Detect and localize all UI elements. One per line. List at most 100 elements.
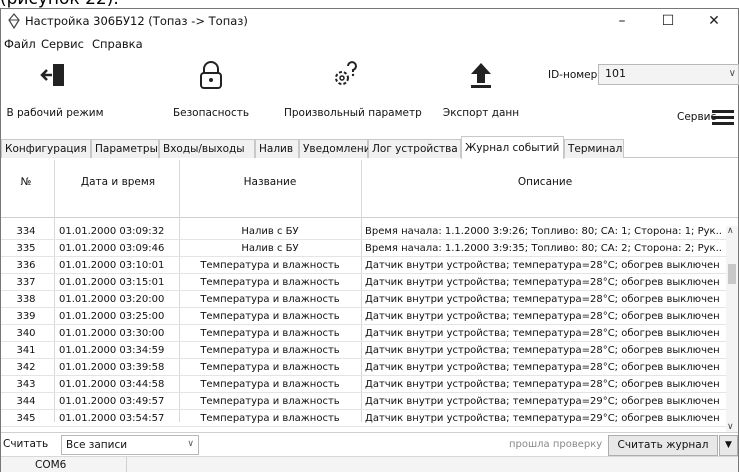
close-button[interactable]: ✕	[694, 11, 734, 33]
row-num: 334	[16, 226, 36, 237]
table-row[interactable]: 343 01.01.2000 03:44:58 Температура и влаж…	[1, 378, 726, 393]
custom-param-button[interactable]: Произвольный параметр	[284, 56, 422, 130]
row-desc: Датчик внутри устройства; температура=28…	[365, 294, 720, 305]
row-desc: Датчик внутри устройства; температура=28…	[365, 311, 720, 322]
menu-bar: Файл Сервис Справка	[1, 36, 738, 54]
table-row[interactable]: 340 01.01.2000 03:30:00 Температура и влаж…	[1, 327, 726, 342]
read-label: Считать	[3, 438, 49, 450]
window-title: Настройка 306БУ12 (Топаз -> Топаз)	[25, 14, 248, 28]
table-row[interactable]: 336 01.01.2000 03:10:01 Температура и влаж…	[1, 259, 726, 274]
row-name: Температура и влажность	[200, 345, 340, 356]
row-date: 01.01.2000 03:34:59	[59, 345, 165, 356]
tab-device-log[interactable]: Лог устройства	[368, 139, 461, 158]
row-num: 339	[16, 311, 36, 322]
table-row[interactable]: 345 01.01.2000 03:54:57 Температура и влаж…	[1, 412, 726, 427]
table-row[interactable]: 344 01.01.2000 03:49:57 Температура и влаж…	[1, 395, 726, 410]
bottom-bar: Считать Все записи ∨ прошла проверку Счи…	[1, 432, 738, 456]
table-row[interactable]: 342 01.01.2000 03:39:58 Температура и влаж…	[1, 361, 726, 376]
hamburger-menu-icon[interactable]	[712, 110, 734, 126]
tab-event-log[interactable]: Журнал событий	[461, 136, 564, 159]
scroll-thumb[interactable]	[728, 264, 736, 284]
table-row[interactable]: 338 01.01.2000 03:20:00 Температура и влаж…	[1, 293, 726, 308]
tab-notifications[interactable]: Уведомления	[299, 139, 377, 158]
gears-question-icon	[335, 61, 357, 85]
menu-service[interactable]: Сервис	[41, 37, 84, 51]
row-desc: Датчик внутри устройства; температура=29…	[365, 396, 720, 407]
tab-filling[interactable]: Налив	[255, 139, 299, 158]
row-date: 01.01.2000 03:10:01	[59, 260, 165, 271]
row-name: Температура и влажность	[200, 311, 340, 322]
tab-terminal[interactable]: Терминал	[564, 139, 624, 158]
table-row[interactable]: 335 01.01.2000 03:09:46 Налив с БУ Время на…	[1, 242, 726, 257]
row-num: 340	[16, 328, 36, 339]
minimize-button[interactable]: –	[602, 11, 642, 33]
table-row[interactable]: 337 01.01.2000 03:15:01 Температура и влаж…	[1, 276, 726, 291]
export-label: Экспорт данн	[442, 107, 520, 119]
com-port: COM6	[35, 459, 67, 471]
id-select[interactable]: 101 ∨	[598, 64, 739, 85]
event-log-table: № Дата и время Название Описание 334 01.0…	[1, 160, 738, 432]
chevron-down-icon: ∨	[187, 439, 194, 449]
gear-icon	[8, 13, 20, 29]
read-log-button[interactable]: Считать журнал	[608, 435, 718, 456]
header-desc[interactable]: Описание	[365, 176, 725, 188]
row-num: 338	[16, 294, 36, 305]
row-desc: Датчик внутри устройства; температура=28…	[365, 345, 720, 356]
table-row[interactable]: 334 01.01.2000 03:09:32 Налив с БУ Время на…	[1, 225, 726, 240]
table-row[interactable]: 339 01.01.2000 03:25:00 Температура и влаж…	[1, 310, 726, 325]
work-mode-button[interactable]: В рабочий режим	[1, 56, 109, 130]
id-label: ID-номер	[548, 69, 598, 81]
custom-param-label: Произвольный параметр	[284, 107, 422, 119]
row-desc: Время начала: 1.1.2000 3:9:35; Топливо: …	[365, 243, 723, 254]
dropdown-arrow-icon[interactable]: ▼	[719, 435, 738, 456]
id-value: 101	[605, 67, 626, 80]
row-num: 336	[16, 260, 36, 271]
row-date: 01.01.2000 03:39:58	[59, 362, 165, 373]
status-bar: COM6	[1, 456, 738, 472]
row-name: Температура и влажность	[200, 413, 340, 424]
row-name: Температура и влажность	[200, 362, 340, 373]
scroll-down-icon[interactable]: ∨	[727, 422, 734, 432]
row-num: 344	[16, 396, 36, 407]
row-name: Налив с БУ	[241, 226, 299, 237]
tab-bar: Конфигурация Параметры Входы/выходы Нали…	[1, 136, 738, 159]
menu-file[interactable]: Файл	[4, 37, 36, 51]
row-date: 01.01.2000 03:30:00	[59, 328, 165, 339]
header-date[interactable]: Дата и время	[59, 176, 177, 188]
security-button[interactable]: Безопасность	[161, 56, 261, 130]
header-name[interactable]: Название	[181, 176, 359, 188]
row-desc: Датчик внутри устройства; температура=28…	[365, 379, 720, 390]
row-name: Температура и влажность	[200, 396, 340, 407]
export-button[interactable]: Экспорт данн	[441, 56, 521, 130]
row-name: Температура и влажность	[200, 294, 340, 305]
header-num[interactable]: №	[1, 176, 51, 188]
row-desc: Датчик внутри устройства; температура=28…	[365, 260, 720, 271]
row-desc: Датчик внутри устройства; температура=28…	[365, 362, 720, 373]
row-date: 01.01.2000 03:25:00	[59, 311, 165, 322]
records-select[interactable]: Все записи ∨	[61, 435, 199, 455]
row-name: Температура и влажность	[200, 277, 340, 288]
scroll-up-icon[interactable]: ∧	[727, 226, 734, 236]
row-num: 335	[16, 243, 36, 254]
toolbar: В рабочий режим Безопасность Произвольны…	[1, 56, 739, 132]
tab-configuration[interactable]: Конфигурация	[1, 139, 91, 158]
row-num: 342	[16, 362, 36, 373]
tab-parameters[interactable]: Параметры	[91, 139, 159, 158]
table-row[interactable]: 341 01.01.2000 03:34:59 Температура и влаж…	[1, 344, 726, 359]
row-date: 01.01.2000 03:15:01	[59, 277, 165, 288]
row-num: 337	[16, 277, 36, 288]
vertical-scrollbar[interactable]: ∧ ∨	[726, 226, 738, 432]
table-header: № Дата и время Название Описание	[1, 160, 738, 218]
records-value: Все записи	[66, 439, 128, 451]
upload-arrow-icon	[471, 63, 491, 88]
exit-door-icon	[40, 64, 64, 86]
maximize-button[interactable]: ☐	[648, 11, 688, 33]
row-desc: Время начала: 1.1.2000 3:9:26; Топливо: …	[365, 226, 723, 237]
menu-help[interactable]: Справка	[92, 37, 143, 51]
chevron-down-icon: ∨	[728, 68, 736, 79]
work-mode-label: В рабочий режим	[6, 107, 104, 119]
title-bar: Настройка 306БУ12 (Топаз -> Топаз) – ☐ ✕	[1, 9, 738, 35]
tab-io[interactable]: Входы/выходы	[159, 139, 255, 158]
row-date: 01.01.2000 03:20:00	[59, 294, 165, 305]
row-name: Налив с БУ	[241, 243, 299, 254]
